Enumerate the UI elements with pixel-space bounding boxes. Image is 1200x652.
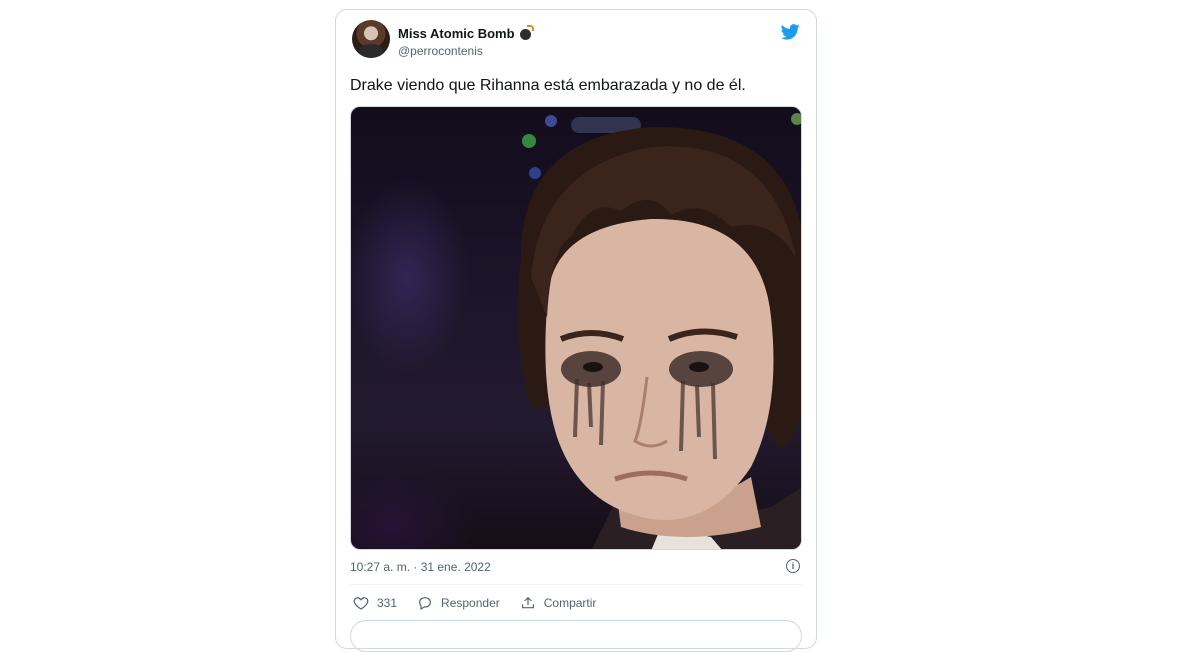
tweet-text: Drake viendo que Rihanna está embarazada… [350,77,746,94]
user-handle[interactable]: @perrocontenis [398,44,483,58]
tweet-card: Miss Atomic Bomb @perrocontenis Drake vi… [335,9,817,652]
display-name-text: Miss Atomic Bomb [398,26,515,41]
like-button[interactable]: 331 [353,595,397,611]
twitter-bird-icon[interactable] [781,24,800,40]
like-count: 331 [377,596,398,610]
info-icon[interactable]: i [786,559,800,573]
display-name[interactable]: Miss Atomic Bomb [398,25,534,41]
heart-icon [353,597,369,610]
reply-bubble-icon [419,597,431,611]
bomb-icon [519,25,534,40]
reply-button[interactable]: Responder [417,595,500,611]
divider [350,584,802,585]
reply-label: Responder [441,596,500,610]
avatar[interactable] [352,20,390,58]
tweet-image[interactable] [350,106,802,550]
action-bar: 331 Responder Compartir [353,595,616,611]
share-upload-icon [521,596,534,609]
reply-box[interactable] [350,620,802,652]
share-label: Compartir [543,596,597,610]
meme-photo [517,113,801,549]
share-button[interactable]: Compartir [520,595,597,611]
tweet-timestamp[interactable]: 10:27 a. m. · 31 ene. 2022 [350,560,491,574]
